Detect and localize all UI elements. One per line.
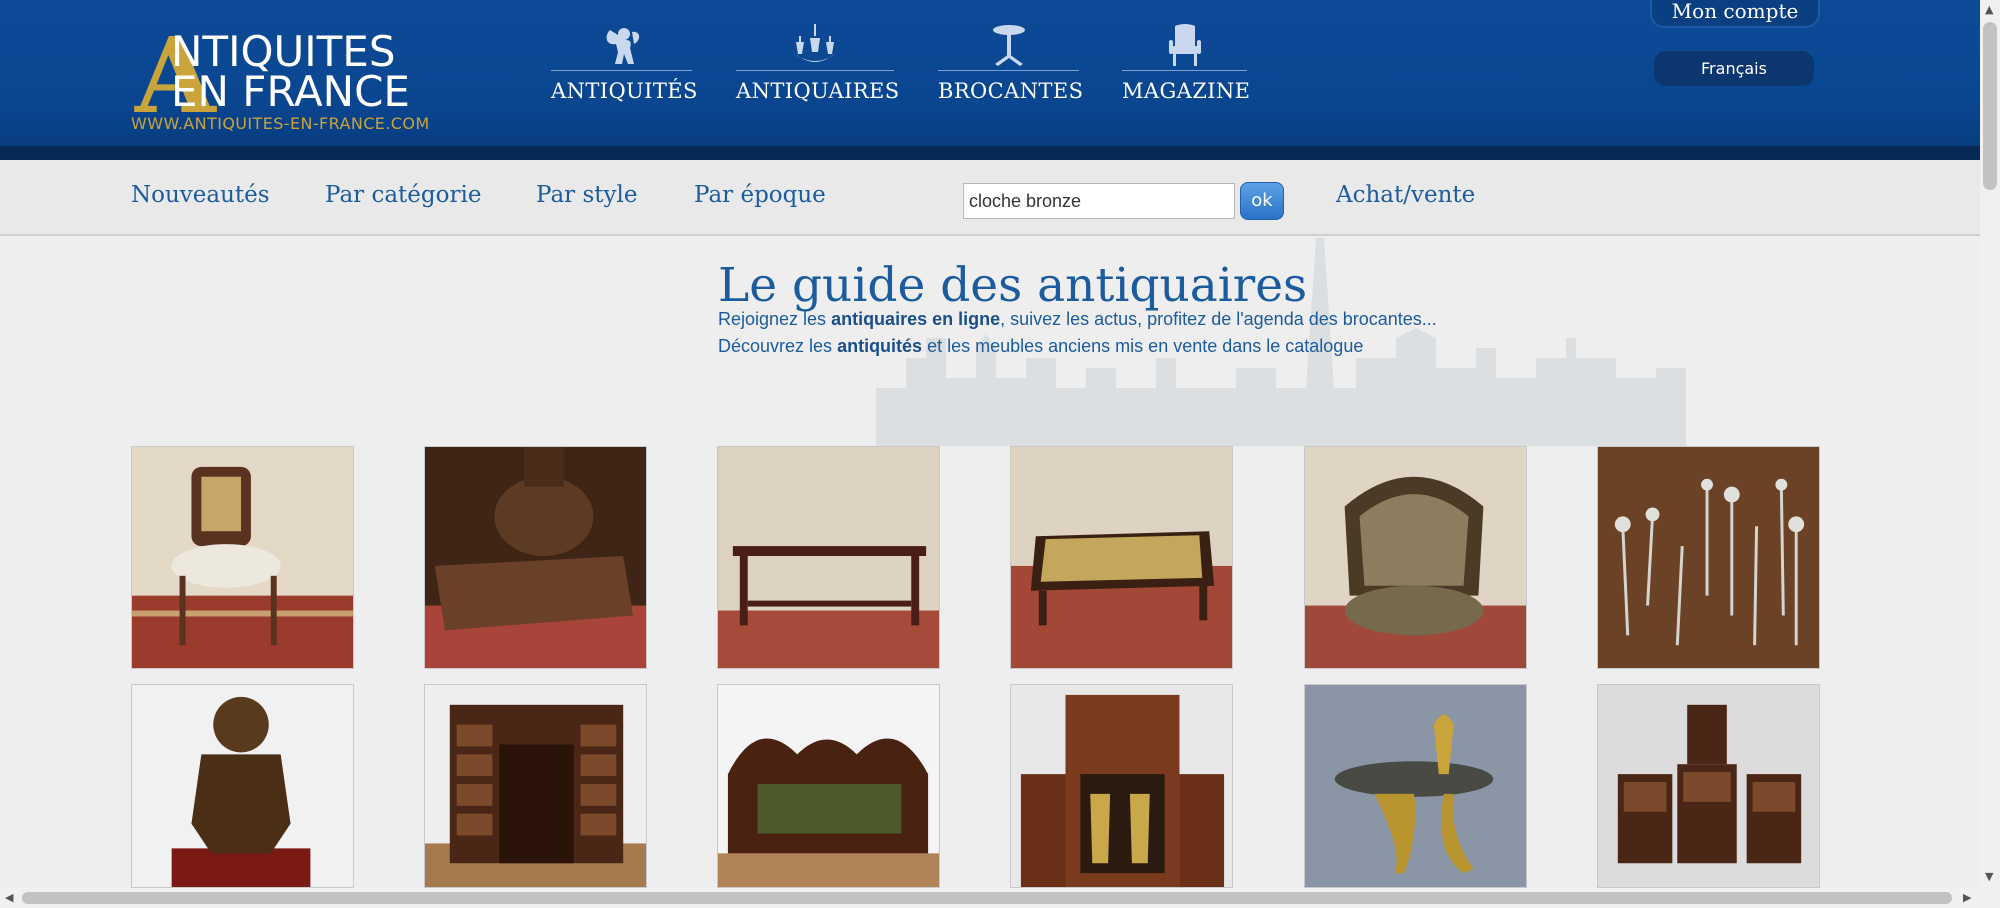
- carved-pedestal-photo: [425, 447, 646, 668]
- site-header: A NTIQUITES EN FRANCE WWW.ANTIQUITES-EN-…: [0, 0, 1980, 146]
- scroll-left-icon[interactable]: ◀: [5, 891, 13, 904]
- restauration-sofa-photo: [718, 685, 939, 887]
- bronze-figure-photo: [132, 685, 353, 887]
- horizontal-scrollbar[interactable]: ◀ ▶: [0, 888, 2000, 908]
- product-thumbnail[interactable]: [1304, 684, 1527, 888]
- nav-brocantes-label: BROCANTES: [938, 79, 1084, 103]
- search-ok-button[interactable]: ok: [1240, 182, 1284, 220]
- cherub-icon: [606, 28, 639, 64]
- header-strip: [0, 146, 1980, 160]
- pedestal-desk-photo: [425, 685, 646, 887]
- site-logo[interactable]: A NTIQUITES EN FRANCE WWW.ANTIQUITES-EN-…: [131, 24, 441, 134]
- horizontal-scroll-thumb[interactable]: [22, 892, 1952, 904]
- nav-antiquites-label: ANTIQUITÉS: [551, 79, 698, 103]
- main-content: Le guide des antiquaires Rejoignez les a…: [0, 238, 1980, 888]
- cane-back-chair-photo: [132, 447, 353, 668]
- product-thumbnail[interactable]: [717, 446, 940, 669]
- antiquites-link[interactable]: antiquités: [837, 336, 922, 356]
- nav-brocantes[interactable]: BROCANTES: [938, 22, 1084, 112]
- page-title: Le guide des antiquaires: [718, 258, 1308, 313]
- intro-line-1: Rejoignez les antiquaires en ligne, suiv…: [718, 309, 1437, 329]
- product-thumbnail[interactable]: [1597, 446, 1820, 669]
- product-thumbnail[interactable]: [131, 446, 354, 669]
- vertical-scroll-thumb[interactable]: [1983, 22, 1997, 190]
- pedestal-table-icon: [992, 25, 1025, 66]
- subnav-par-categorie[interactable]: Par catégorie: [325, 182, 481, 208]
- nav-magazine-label: MAGAZINE: [1122, 79, 1251, 103]
- nav-antiquaires[interactable]: ANTIQUAIRES: [736, 22, 900, 112]
- product-thumbnail[interactable]: [424, 684, 647, 888]
- low-lacquer-table-photo: [1011, 447, 1232, 668]
- secondary-nav: Nouveautés Par catégorie Par style Par é…: [0, 160, 1980, 236]
- product-thumbnail[interactable]: [1010, 684, 1233, 888]
- subnav-par-epoque[interactable]: Par époque: [694, 182, 826, 208]
- scroll-up-icon[interactable]: ▲: [1985, 3, 1993, 16]
- vertical-scrollbar[interactable]: ▲ ▼: [1980, 0, 2000, 888]
- account-button[interactable]: Mon compte: [1650, 0, 1820, 28]
- subnav-nouveautes[interactable]: Nouveautés: [131, 182, 270, 208]
- antiquaires-en-ligne-link[interactable]: antiquaires en ligne: [831, 309, 1000, 329]
- upholstered-armchair-photo: [1305, 447, 1526, 668]
- intro-line-2: Découvrez les antiquités et les meubles …: [718, 336, 1364, 356]
- scroll-down-icon[interactable]: ▼: [1985, 870, 1993, 883]
- product-thumbnail[interactable]: [1304, 446, 1527, 669]
- search-input[interactable]: [963, 183, 1235, 219]
- nav-antiquites[interactable]: ANTIQUITÉS: [551, 22, 698, 112]
- nav-antiquaires-label: ANTIQUAIRES: [736, 79, 900, 103]
- armchair-icon: [1168, 24, 1201, 66]
- logo-line2: EN FRANCE: [171, 67, 410, 116]
- product-thumbnail[interactable]: [424, 446, 647, 669]
- product-thumbnail[interactable]: [1597, 684, 1820, 888]
- language-selector[interactable]: Français: [1654, 51, 1814, 86]
- leather-chairs-set-photo: [1598, 685, 1819, 887]
- subnav-achat-vente[interactable]: Achat/vente: [1336, 182, 1475, 208]
- silver-hatpins-photo: [1598, 447, 1819, 668]
- scroll-right-icon[interactable]: ▶: [1963, 891, 1971, 904]
- product-thumbnail[interactable]: [717, 684, 940, 888]
- subnav-par-style[interactable]: Par style: [536, 182, 637, 208]
- liquor-cabinet-photo: [1011, 685, 1232, 887]
- product-thumbnail[interactable]: [131, 684, 354, 888]
- logo-url: WWW.ANTIQUITES-EN-FRANCE.COM: [131, 114, 430, 133]
- chandelier-icon: [796, 24, 834, 62]
- nav-magazine[interactable]: MAGAZINE: [1122, 22, 1251, 112]
- console-table-photo: [718, 447, 939, 668]
- product-thumbnail[interactable]: [1010, 446, 1233, 669]
- art-nouveau-dish-photo: [1305, 685, 1526, 887]
